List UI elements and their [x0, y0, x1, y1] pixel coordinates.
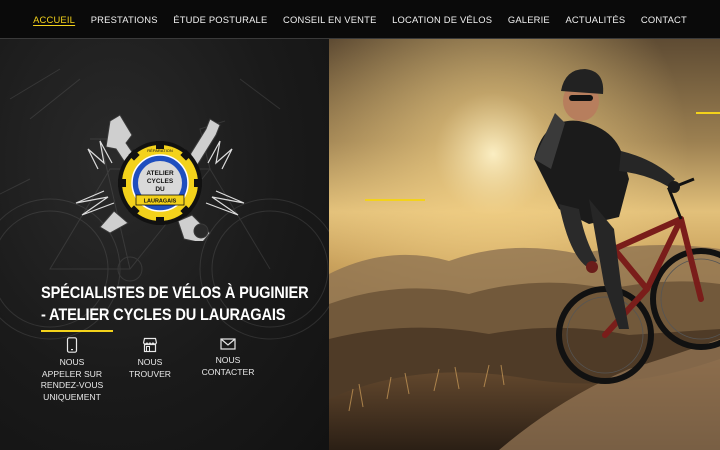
- hero-left-panel: ATELIER CYCLES DU RÉPARATION LAURAGAIS S…: [0, 39, 329, 450]
- find-us-link[interactable]: NOUS TROUVER: [118, 337, 182, 380]
- logo-text-du: DU: [155, 186, 165, 193]
- nav-item-actualites[interactable]: ACTUALITÉS: [558, 14, 633, 25]
- accent-line-right: [696, 112, 720, 114]
- hero-headline: SPÉCIALISTES DE VÉLOS À PUGINIER - ATELI…: [41, 282, 309, 326]
- nav-item-location-de-velos[interactable]: LOCATION DE VÉLOS: [384, 14, 500, 25]
- nav-item-conseil-en-vente[interactable]: CONSEIL EN VENTE: [275, 14, 384, 25]
- logo-text-reparation: RÉPARATION: [147, 148, 173, 153]
- nav-item-prestations[interactable]: PRESTATIONS: [83, 14, 166, 25]
- hero-photo: [329, 39, 720, 450]
- call-us-line2: APPELER SUR: [41, 368, 103, 379]
- call-us-line4: UNIQUEMENT: [43, 391, 101, 402]
- logo-text-cycles: CYCLES: [147, 178, 174, 185]
- atelier-logo: ATELIER CYCLES DU RÉPARATION LAURAGAIS: [75, 114, 245, 241]
- nav-item-etude-posturale[interactable]: ÉTUDE POSTURALE: [165, 14, 275, 25]
- headline-underline: [41, 330, 113, 332]
- hero-headline-line2: - ATELIER CYCLES DU LAURAGAIS: [41, 305, 286, 324]
- main-nav: ACCUEIL PRESTATIONS ÉTUDE POSTURALE CONS…: [0, 0, 720, 38]
- call-us-link[interactable]: NOUS APPELER SUR RENDEZ-VOUS UNIQUEMENT: [37, 337, 107, 403]
- mail-icon: [220, 338, 236, 350]
- nav-item-contact[interactable]: CONTACT: [633, 14, 695, 25]
- contact-us-line2: CONTACTER: [201, 366, 255, 377]
- logo-text-lauragais: LAURAGAIS: [144, 199, 177, 205]
- store-icon: [142, 337, 158, 353]
- find-us-line1: NOUS: [137, 357, 163, 367]
- call-us-line1: NOUS: [59, 357, 85, 367]
- nav-item-accueil[interactable]: ACCUEIL: [25, 14, 83, 25]
- call-us-line3: RENDEZ-VOUS: [40, 380, 104, 390]
- phone-icon: [66, 337, 78, 353]
- accent-line-left: [365, 199, 425, 201]
- contact-us-line1: NOUS: [215, 355, 241, 365]
- nav-item-galerie[interactable]: GALERIE: [500, 14, 558, 25]
- find-us-line2: TROUVER: [128, 368, 172, 379]
- contact-us-link[interactable]: NOUS CONTACTER: [196, 337, 260, 378]
- mountain-biker-image: [329, 39, 720, 450]
- logo-text-atelier: ATELIER: [146, 170, 174, 177]
- hero-headline-line1: SPÉCIALISTES DE VÉLOS À PUGINIER: [41, 283, 309, 302]
